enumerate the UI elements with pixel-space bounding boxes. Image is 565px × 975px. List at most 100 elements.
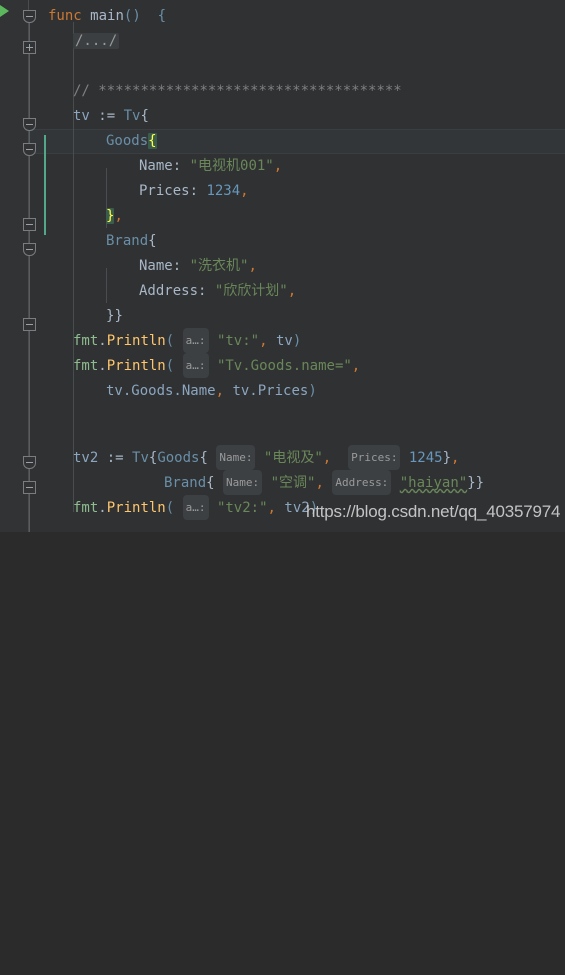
assign-operator: := [106,450,124,466]
parameter-hint-prices: Prices: [348,445,401,470]
fold-marker-collapse[interactable] [23,243,36,256]
comma: , [315,475,324,491]
fold-marker-collapse[interactable] [23,318,36,331]
package-fmt: fmt [73,333,99,349]
code-line: tv2 := Tv{Goods{ Name: "电视及", Prices: 12… [48,445,565,471]
field-name: Name: [139,158,182,174]
paren-close: ) [292,333,302,349]
type-goods: Goods [157,450,200,466]
paren-close: ) [308,383,317,399]
watermark-url: https://blog.csdn.net/qq_40357974 [306,502,561,521]
vcs-change-bar[interactable] [44,135,46,235]
expression-prices: tv.Prices [232,383,309,399]
brace-close: } [467,475,476,491]
comma: , [215,383,225,399]
brace-open: { [140,108,149,124]
code-line: Brand{ Name: "空调", Address: "haiyan"}} [48,470,565,496]
brace-close: } [475,475,485,491]
comment-stars: ************************************ [98,83,402,99]
comma: , [273,158,283,174]
variable-tv: tv [275,333,293,349]
comma: , [267,500,276,516]
expression-goods-name: tv.Goods.Name [106,383,216,399]
string-tv-name: "电视机001" [189,158,274,174]
dot: . [98,333,107,349]
paren-open: ( [165,358,175,374]
code-line: Name: "洗衣机", [48,254,565,279]
code-line: }, [48,204,565,229]
paren-close: ) [132,8,141,24]
string-brand-address: "欣欣计划" [214,283,288,299]
field-address: Address: [139,283,207,299]
code-line: Brand{ [48,229,565,254]
code-content[interactable]: func main() { /.../ // *****************… [48,0,565,532]
code-editor[interactable]: func main() { /.../ // *****************… [0,0,565,532]
code-line: }} [48,304,565,329]
function-println: Println [106,358,166,374]
code-line: tv := Tv{ [48,104,565,129]
parameter-hint-badge: a…: [182,353,209,378]
comma: , [451,450,460,466]
brace-open: { [206,475,215,491]
code-line: // ************************************ [48,79,565,104]
comma: , [114,208,123,224]
keyword-func: func [48,8,82,24]
comment-marker: // [73,83,90,99]
brace-open: { [148,233,157,249]
function-println: Println [106,333,166,349]
string-tv-label: "tv:" [216,333,260,349]
brace-close: } [114,308,123,324]
fold-marker-collapse[interactable] [23,481,36,494]
comma: , [248,258,257,274]
function-name-main: main [90,8,124,24]
brace-open: { [157,8,167,24]
parameter-hint-badge: a…: [182,495,209,520]
comma: , [351,358,361,374]
string-goods-name-label: "Tv.Goods.name=" [216,358,352,374]
editor-gutter[interactable] [0,0,28,532]
paren-open: ( [165,333,175,349]
fold-spine [29,468,30,532]
variable-tv: tv [73,108,90,124]
parameter-hint-badge: a…: [182,328,209,353]
fold-marker-collapse[interactable] [23,218,36,231]
string-tv2-name: "电视及" [263,450,323,466]
fold-spine [29,22,30,121]
fold-marker-collapse[interactable] [23,456,36,469]
type-goods: Goods [106,133,149,149]
fold-spine [29,130,30,460]
code-line: func main() { [48,4,565,29]
string-brand-name: "洗衣机" [189,258,249,274]
package-fmt: fmt [73,500,99,516]
comma: , [259,333,268,349]
code-line: tv.Goods.Name, tv.Prices) [48,379,565,404]
dot: . [98,358,107,374]
type-tv: Tv [132,450,149,466]
type-brand: Brand [164,475,207,491]
comma: , [322,450,332,466]
dot: . [98,500,107,516]
comma: , [287,283,297,299]
fold-marker-collapse[interactable] [23,118,36,131]
field-name: Name: [139,258,182,274]
parameter-hint-name: Name: [223,470,263,495]
run-arrow-icon[interactable] [0,5,9,17]
field-prices: Prices: [139,183,199,199]
code-line: Prices: 1234, [48,179,565,204]
parameter-hint-address: Address: [332,470,392,495]
string-brand2-address: "haiyan" [399,475,468,491]
matching-brace-open: { [148,133,157,149]
number-prices2: 1245 [408,450,443,466]
fold-marker-collapse[interactable] [23,143,36,156]
assign-operator: := [98,108,116,124]
variable-tv2: tv2 [73,450,99,466]
brace-open: { [199,450,208,466]
fold-marker-collapse[interactable] [23,10,36,23]
folded-region[interactable]: /.../ [73,33,120,49]
code-line: fmt.Println( a…: "Tv.Goods.name=", [48,353,565,379]
code-line: Address: "欣欣计划", [48,279,565,304]
parameter-hint-name: Name: [216,445,256,470]
fold-marker-expand[interactable] [23,41,36,54]
string-tv2-label: "tv2:" [216,500,268,516]
code-line: Goods{ [48,129,565,154]
